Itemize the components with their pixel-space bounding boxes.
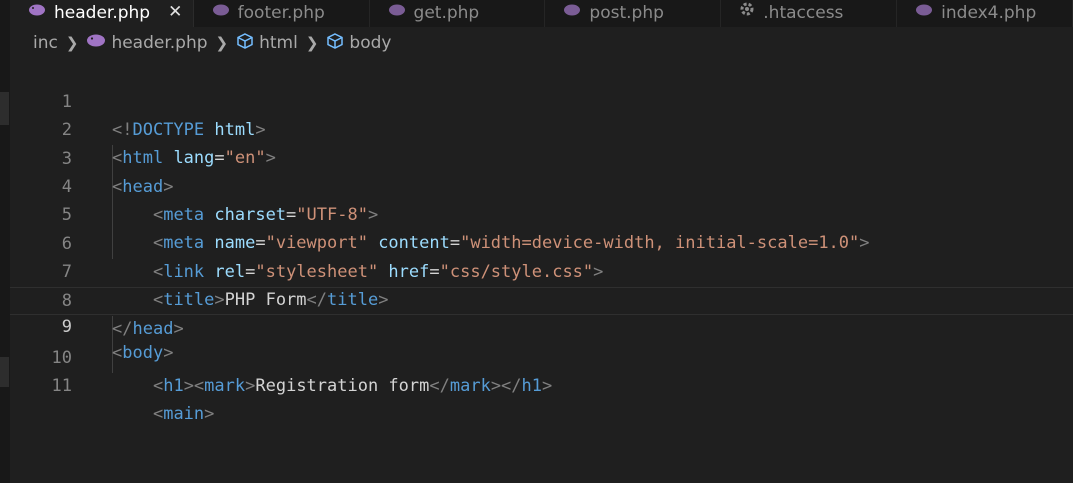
tab-footer-php[interactable]: footer.php	[194, 0, 370, 27]
code-line[interactable]: 2 <html lang="en">	[10, 88, 1073, 168]
code-line[interactable]: 10 <h1><mark>Registration form</mark></h…	[10, 316, 1073, 396]
code-line[interactable]: 7 <title>PHP Form</title>	[10, 230, 1073, 310]
editor-tabs: header.php ✕ footer.php get.php post.php…	[10, 0, 1073, 27]
gear-icon	[739, 1, 755, 22]
code-line[interactable]: 11 <main>	[10, 344, 1073, 424]
chevron-right-icon: ❯	[305, 34, 319, 52]
code-text: <h1><mark>Registration form</mark></h1>	[152, 376, 553, 396]
chevron-right-icon: ❯	[65, 34, 79, 52]
activity-bar-marker	[0, 357, 9, 387]
tab-htaccess[interactable]: .htaccess	[721, 0, 898, 27]
php-elephant-icon	[28, 2, 46, 22]
breadcrumb-file-label: header.php	[111, 33, 208, 53]
line-number: 11	[51, 376, 72, 396]
tab-index4-php[interactable]: index4.php	[897, 0, 1073, 27]
close-icon[interactable]: ✕	[168, 2, 182, 22]
code-line[interactable]: 4 <meta charset="UTF-8">	[10, 145, 1073, 225]
breadcrumb-symbol-body[interactable]: body	[326, 32, 391, 55]
php-elephant-icon	[563, 2, 581, 22]
breadcrumb: inc ❯ header.php ❯ html ❯ body	[33, 30, 391, 56]
breadcrumb-symbol-label: body	[349, 33, 392, 53]
breadcrumb-symbol-html[interactable]: html	[236, 32, 298, 55]
code-line[interactable]: 1 <!DOCTYPE html>	[10, 60, 1073, 140]
chevron-right-icon: ❯	[215, 34, 229, 52]
php-elephant-icon	[388, 2, 406, 22]
tab-label: footer.php	[237, 3, 325, 23]
tab-label: .htaccess	[763, 3, 844, 23]
code-line-current[interactable]: 9 <body>	[10, 287, 1073, 363]
code-line[interactable]: 3 <head>	[10, 117, 1073, 197]
cube-icon	[236, 32, 254, 55]
code-line[interactable]: 5 <meta name="viewport" content="width=d…	[10, 173, 1073, 253]
breadcrumb-folder[interactable]: inc	[33, 33, 58, 53]
tab-label: index4.php	[941, 3, 1037, 23]
tab-header-php[interactable]: header.php ✕	[10, 0, 194, 27]
code-line[interactable]: 6 <link rel="stylesheet" href="css/style…	[10, 202, 1073, 282]
code-text: <main>	[152, 404, 215, 424]
breadcrumb-symbol-label: html	[259, 33, 298, 53]
code-editor[interactable]: 1 <!DOCTYPE html> 2 <html lang="en"> 3 <…	[10, 59, 1073, 483]
tab-label: header.php	[54, 3, 151, 23]
tab-get-php[interactable]: get.php	[370, 0, 546, 27]
tab-label: post.php	[589, 3, 664, 23]
tab-post-php[interactable]: post.php	[545, 0, 722, 27]
php-elephant-icon	[86, 33, 106, 53]
php-elephant-icon	[915, 2, 933, 22]
cube-icon	[326, 32, 344, 55]
breadcrumb-file[interactable]: header.php	[86, 33, 208, 53]
php-elephant-icon	[212, 2, 230, 22]
activity-bar	[0, 0, 10, 483]
code-line[interactable]: 8 </head>	[10, 259, 1073, 339]
tab-label: get.php	[413, 3, 480, 23]
activity-bar-marker	[0, 92, 9, 125]
